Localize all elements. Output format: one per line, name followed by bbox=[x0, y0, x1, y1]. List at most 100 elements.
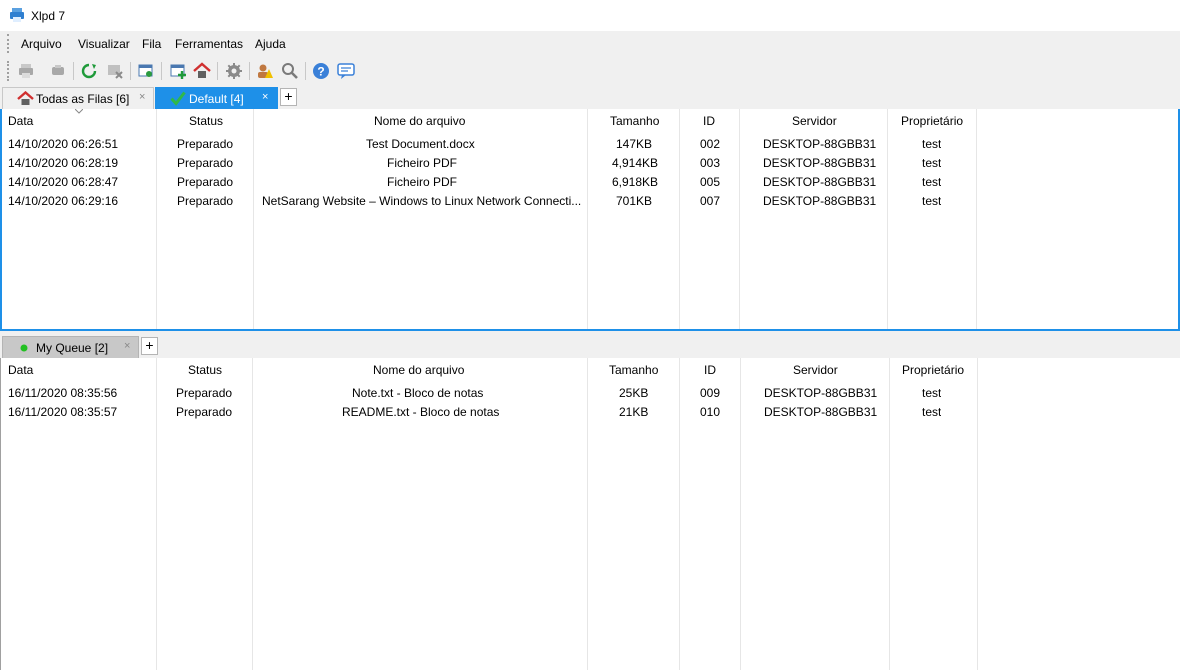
cell-servidor: DESKTOP-88GBB31 bbox=[763, 137, 877, 151]
delete-job-icon[interactable] bbox=[106, 62, 124, 80]
print-preview-icon[interactable] bbox=[49, 62, 67, 80]
close-tab-icon[interactable]: × bbox=[124, 340, 130, 352]
cell-nome: NetSarang Website – Windows to Linux Net… bbox=[262, 194, 582, 208]
column-header-data[interactable]: Data bbox=[8, 114, 33, 128]
cell-nome: Test Document.docx bbox=[366, 137, 475, 151]
home-queue-icon[interactable] bbox=[193, 62, 211, 80]
cell-id: 003 bbox=[700, 156, 721, 170]
bottom-tab-strip: My Queue [2] × + bbox=[0, 335, 1180, 358]
column-header-id[interactable]: ID bbox=[704, 363, 716, 377]
cell-status: Preparado bbox=[176, 405, 233, 419]
column-divider bbox=[587, 358, 588, 670]
queue-settings-icon[interactable] bbox=[137, 62, 155, 80]
cell-status: Preparado bbox=[177, 156, 234, 170]
column-header-nome[interactable]: Nome do arquivo bbox=[373, 363, 464, 377]
cell-data: 16/11/2020 08:35:57 bbox=[8, 405, 118, 419]
toolbar: ? bbox=[0, 56, 1180, 86]
svg-text:?: ? bbox=[317, 65, 324, 79]
toolbar-grip[interactable] bbox=[7, 61, 9, 81]
cell-servidor: DESKTOP-88GBB31 bbox=[764, 405, 878, 419]
column-divider bbox=[887, 109, 888, 329]
tab-my-queue[interactable]: My Queue [2] × bbox=[2, 336, 139, 358]
help-icon[interactable]: ? bbox=[312, 62, 330, 80]
alert-user-icon[interactable] bbox=[256, 62, 274, 80]
cell-id: 002 bbox=[700, 137, 721, 151]
cell-status: Preparado bbox=[177, 137, 234, 151]
feedback-icon[interactable] bbox=[337, 62, 355, 80]
cell-status: Preparado bbox=[177, 175, 234, 189]
cell-id: 010 bbox=[700, 405, 721, 419]
cell-id: 005 bbox=[700, 175, 721, 189]
column-header-servidor[interactable]: Servidor bbox=[793, 363, 838, 377]
column-header-proprietario[interactable]: Proprietário bbox=[901, 114, 963, 128]
cell-data: 16/11/2020 08:35:56 bbox=[8, 386, 118, 400]
cell-servidor: DESKTOP-88GBB31 bbox=[764, 386, 878, 400]
column-header-proprietario[interactable]: Proprietário bbox=[902, 363, 964, 377]
cell-tamanho: 147KB bbox=[616, 137, 653, 151]
cell-tamanho: 21KB bbox=[619, 405, 649, 419]
menu-visualizar[interactable]: Visualizar bbox=[78, 37, 130, 51]
menu-ajuda[interactable]: Ajuda bbox=[255, 37, 286, 51]
tab-label: Default [4] bbox=[189, 92, 244, 106]
tab-label: My Queue [2] bbox=[36, 341, 109, 355]
close-tab-icon[interactable]: × bbox=[262, 91, 268, 103]
column-header-id[interactable]: ID bbox=[703, 114, 715, 128]
cell-servidor: DESKTOP-88GBB31 bbox=[763, 175, 877, 189]
add-queue-icon[interactable] bbox=[169, 62, 187, 80]
print-icon[interactable] bbox=[17, 62, 35, 80]
cell-data: 14/10/2020 06:28:47 bbox=[8, 175, 119, 189]
cell-proprietario: test bbox=[922, 386, 942, 400]
cell-proprietario: test bbox=[922, 175, 942, 189]
cell-tamanho: 25KB bbox=[619, 386, 649, 400]
cell-status: Preparado bbox=[176, 386, 233, 400]
status-dot-icon bbox=[20, 344, 28, 352]
tab-default[interactable]: Default [4] × bbox=[155, 87, 278, 109]
menu-arquivo[interactable]: Arquivo bbox=[21, 37, 62, 51]
menu-fila[interactable]: Fila bbox=[142, 37, 161, 51]
menubar-grip[interactable] bbox=[7, 34, 9, 53]
house-icon bbox=[17, 91, 34, 105]
column-divider bbox=[679, 109, 680, 329]
cell-nome: Note.txt - Bloco de notas bbox=[352, 386, 484, 400]
column-header-nome[interactable]: Nome do arquivo bbox=[374, 114, 465, 128]
column-header-status[interactable]: Status bbox=[189, 114, 223, 128]
toolbar-separator bbox=[305, 62, 306, 80]
column-header-servidor[interactable]: Servidor bbox=[792, 114, 837, 128]
column-header-status[interactable]: Status bbox=[188, 363, 222, 377]
cell-nome: README.txt - Bloco de notas bbox=[342, 405, 500, 419]
add-tab-button[interactable]: + bbox=[141, 337, 158, 355]
cell-tamanho: 6,918KB bbox=[612, 175, 659, 189]
refresh-icon[interactable] bbox=[80, 62, 98, 80]
cell-nome: Ficheiro PDF bbox=[387, 156, 458, 170]
tab-label: Todas as Filas [6] bbox=[36, 92, 130, 106]
menu-ferramentas[interactable]: Ferramentas bbox=[175, 37, 243, 51]
add-tab-button[interactable]: + bbox=[280, 88, 297, 106]
cell-data: 14/10/2020 06:28:19 bbox=[8, 156, 119, 170]
toolbar-separator bbox=[130, 62, 131, 80]
column-divider bbox=[156, 109, 157, 329]
cell-nome: Ficheiro PDF bbox=[387, 175, 458, 189]
column-divider bbox=[253, 109, 254, 329]
search-icon[interactable] bbox=[281, 62, 299, 80]
close-tab-icon[interactable]: × bbox=[139, 91, 145, 103]
column-header-tamanho[interactable]: Tamanho bbox=[610, 114, 659, 128]
toolbar-separator bbox=[217, 62, 218, 80]
cell-servidor: DESKTOP-88GBB31 bbox=[763, 194, 877, 208]
column-divider bbox=[976, 109, 977, 329]
cell-proprietario: test bbox=[922, 156, 942, 170]
column-header-data[interactable]: Data bbox=[8, 363, 33, 377]
cell-data: 14/10/2020 06:29:16 bbox=[8, 194, 119, 208]
cell-proprietario: test bbox=[922, 194, 942, 208]
title-bar: Xlpd 7 bbox=[0, 0, 1180, 31]
my-queue-table: Data Status Nome do arquivo Tamanho ID S… bbox=[0, 358, 1180, 670]
settings-gear-icon[interactable] bbox=[225, 62, 243, 80]
cell-status: Preparado bbox=[177, 194, 234, 208]
tab-todas-as-filas[interactable]: Todas as Filas [6] × bbox=[2, 87, 154, 109]
cell-proprietario: test bbox=[922, 137, 942, 151]
toolbar-separator bbox=[161, 62, 162, 80]
column-divider bbox=[739, 109, 740, 329]
cell-id: 007 bbox=[700, 194, 721, 208]
column-divider bbox=[889, 358, 890, 670]
cell-id: 009 bbox=[700, 386, 721, 400]
column-header-tamanho[interactable]: Tamanho bbox=[609, 363, 658, 377]
